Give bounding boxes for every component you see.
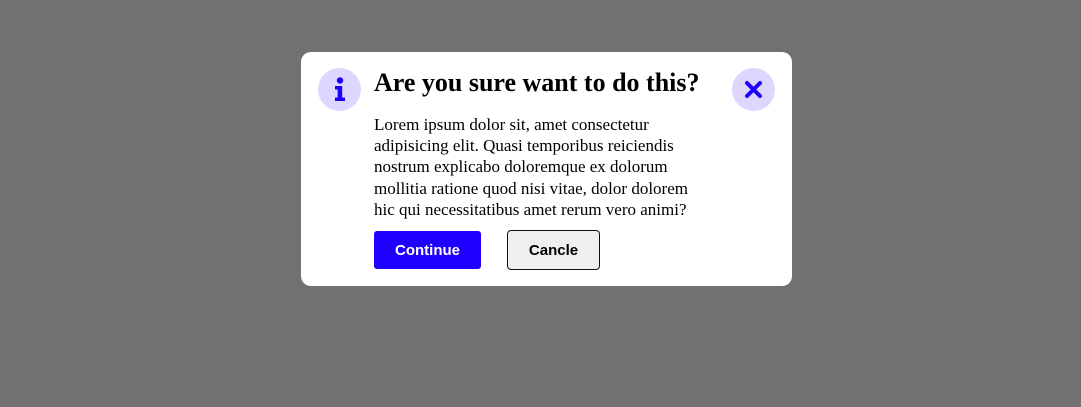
info-icon [318, 68, 361, 111]
close-icon [745, 81, 762, 98]
confirm-dialog: Are you sure want to do this? Lorem ipsu… [301, 52, 792, 286]
continue-button[interactable]: Continue [374, 231, 481, 269]
cancel-button[interactable]: Cancle [507, 230, 600, 270]
info-glyph [335, 77, 345, 101]
dialog-title: Are you sure want to do this? [374, 68, 700, 97]
close-button[interactable] [732, 68, 775, 111]
dialog-message: Lorem ipsum dolor sit, amet consectetur … [374, 115, 688, 219]
